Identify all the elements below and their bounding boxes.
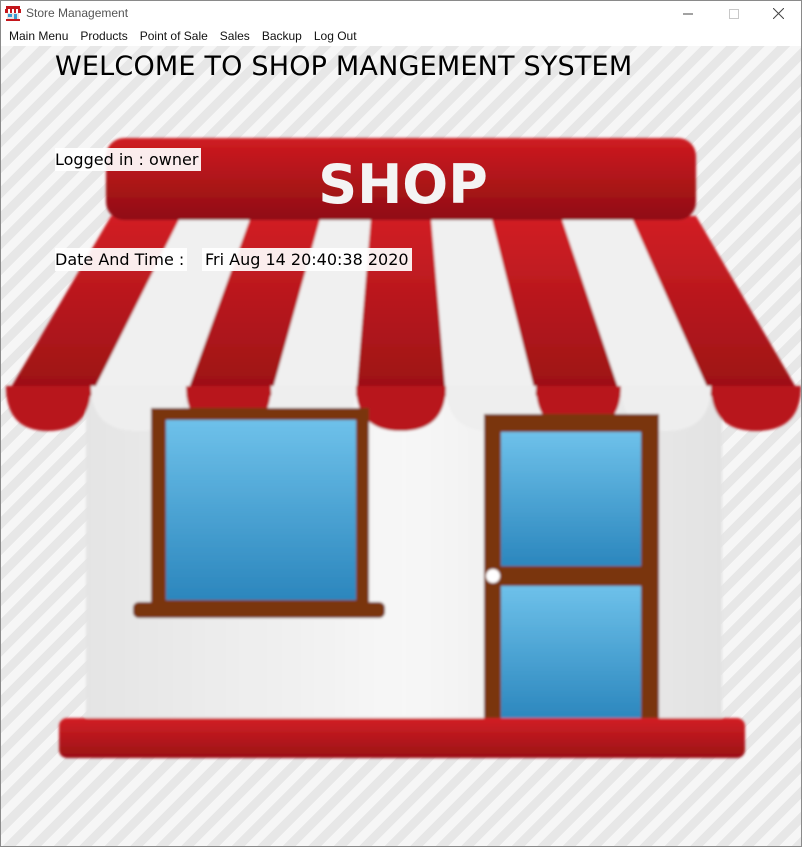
- menu-backup[interactable]: Backup: [256, 26, 308, 46]
- menu-main-menu[interactable]: Main Menu: [3, 26, 74, 46]
- menu-products[interactable]: Products: [74, 26, 133, 46]
- menu-sales[interactable]: Sales: [214, 26, 256, 46]
- main-content: SHOP WELCOME TO SHOP MANGEMENT SYSTEM Lo…: [1, 46, 801, 846]
- close-icon: [772, 8, 784, 19]
- window-title: Store Management: [26, 6, 129, 20]
- datetime-value: Fri Aug 14 20:40:38 2020: [202, 248, 412, 271]
- title-bar[interactable]: Store Management: [1, 1, 801, 26]
- maximize-icon: [729, 8, 739, 19]
- logged-in-label: Logged in : owner: [55, 148, 202, 171]
- minimize-icon: [683, 13, 693, 14]
- logged-in-user: owner: [148, 150, 199, 169]
- menu-point-of-sale[interactable]: Point of Sale: [134, 26, 214, 46]
- datetime-label: Date And Time :: [55, 248, 188, 271]
- menu-bar: Main Menu Products Point of Sale Sales B…: [1, 26, 801, 46]
- shop-awning-icon: [5, 6, 21, 21]
- logged-in-label-text: Logged in :: [55, 150, 149, 169]
- welcome-heading: WELCOME TO SHOP MANGEMENT SYSTEM: [55, 51, 633, 82]
- app-window: Store Management Main Menu Products Poin…: [0, 0, 802, 847]
- shop-sign-text: SHOP: [318, 153, 488, 216]
- minimize-button[interactable]: [665, 1, 711, 26]
- menu-log-out[interactable]: Log Out: [308, 26, 363, 46]
- maximize-button[interactable]: [711, 1, 757, 26]
- close-button[interactable]: [755, 1, 801, 26]
